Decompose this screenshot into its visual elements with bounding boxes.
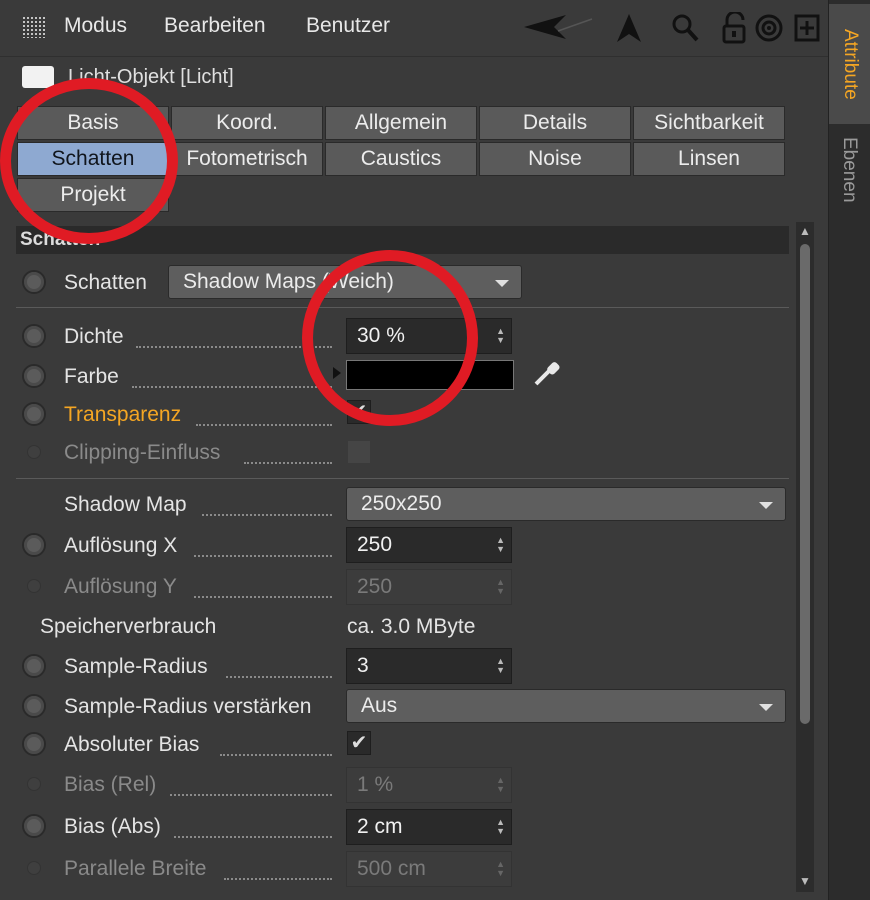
parallele-breite-input[interactable]: 500 cm ▲ ▼ xyxy=(346,851,512,887)
tab-sichtbarkeit[interactable]: Sichtbarkeit xyxy=(633,106,785,140)
add-panel-icon[interactable] xyxy=(790,10,824,46)
sample-radius-value: 3 xyxy=(357,654,369,677)
farbe-label: Farbe xyxy=(64,365,119,388)
clipping-checkbox[interactable] xyxy=(347,440,371,464)
tab-attribute[interactable]: Attribute xyxy=(828,4,870,124)
sample-radius-input[interactable]: 3 ▲ ▼ xyxy=(346,648,512,684)
leader-dots xyxy=(220,754,332,756)
scrollbar-thumb[interactable] xyxy=(800,244,810,724)
leader-dots xyxy=(194,555,332,557)
shadow-map-value: 250x250 xyxy=(361,492,442,515)
aufloesung-x-input[interactable]: 250 ▲ ▼ xyxy=(346,527,512,563)
anim-radio[interactable] xyxy=(22,732,46,756)
leader-dots xyxy=(196,424,332,426)
light-object-icon xyxy=(22,66,54,88)
eyedropper-icon[interactable] xyxy=(530,358,564,392)
tab-allgemein[interactable]: Allgemein xyxy=(325,106,477,140)
anim-radio[interactable] xyxy=(27,777,41,791)
sample-verstaerken-label: Sample-Radius verstärken xyxy=(64,695,312,718)
bias-rel-input[interactable]: 1 % ▲ ▼ xyxy=(346,767,512,803)
tab-koord[interactable]: Koord. xyxy=(171,106,323,140)
stepper-icon[interactable]: ▲ ▼ xyxy=(496,776,505,794)
shadow-map-dropdown[interactable]: 250x250 xyxy=(346,487,786,521)
divider xyxy=(16,478,789,479)
sample-verstaerken-value: Aus xyxy=(361,694,398,717)
anim-radio[interactable] xyxy=(22,270,46,294)
tab-ebenen-label: Ebenen xyxy=(839,137,860,203)
bias-abs-label: Bias (Abs) xyxy=(64,815,161,838)
bias-abs-value: 2 cm xyxy=(357,815,403,838)
aufloesung-x-value: 250 xyxy=(357,533,393,556)
bias-rel-label: Bias (Rel) xyxy=(64,773,157,796)
anim-radio[interactable] xyxy=(22,654,46,678)
anim-radio[interactable] xyxy=(22,402,46,426)
aufloesung-x-label: Auflösung X xyxy=(64,534,178,557)
speicher-label: Speicherverbrauch xyxy=(40,615,217,638)
anim-radio[interactable] xyxy=(27,445,41,459)
stepper-icon[interactable]: ▲ ▼ xyxy=(496,578,505,596)
stepper-icon[interactable]: ▲ ▼ xyxy=(496,860,505,878)
bias-abs-input[interactable]: 2 cm ▲ ▼ xyxy=(346,809,512,845)
parallele-breite-label: Parallele Breite xyxy=(64,857,207,880)
menu-bearbeiten[interactable]: Bearbeiten xyxy=(164,14,266,38)
leader-dots xyxy=(132,386,332,388)
tab-fotometrisch[interactable]: Fotometrisch xyxy=(171,142,323,176)
stepper-icon[interactable]: ▲ ▼ xyxy=(496,536,505,554)
shadow-map-label: Shadow Map xyxy=(64,493,187,516)
bias-rel-value: 1 % xyxy=(357,773,394,796)
tab-noise[interactable]: Noise xyxy=(479,142,631,176)
anim-radio[interactable] xyxy=(22,364,46,388)
stepper-icon[interactable]: ▲ ▼ xyxy=(496,327,505,345)
tab-attribute-label: Attribute xyxy=(840,28,861,100)
tab-ebenen[interactable]: Ebenen xyxy=(828,128,870,212)
annotation-circle xyxy=(0,78,178,244)
scroll-down-icon[interactable]: ▼ xyxy=(799,874,811,888)
speicher-value: ca. 3.0 MByte xyxy=(347,615,476,638)
sample-radius-label: Sample-Radius xyxy=(64,655,208,678)
lock-icon[interactable] xyxy=(718,10,752,46)
shadow-type-label: Schatten xyxy=(64,271,147,294)
arrow-back-icon[interactable] xyxy=(520,10,596,46)
menu-benutzer[interactable]: Benutzer xyxy=(306,14,390,38)
anim-radio[interactable] xyxy=(27,579,41,593)
dichte-label: Dichte xyxy=(64,325,124,348)
leader-dots xyxy=(174,836,332,838)
arrow-up-icon[interactable] xyxy=(612,10,646,46)
absoluter-bias-label: Absoluter Bias xyxy=(64,733,200,756)
grip-icon[interactable] xyxy=(22,16,46,38)
chevron-down-icon xyxy=(495,280,509,287)
chevron-down-icon xyxy=(759,502,773,509)
menu-modus[interactable]: Modus xyxy=(64,14,127,38)
scroll-up-icon[interactable]: ▲ xyxy=(799,224,811,238)
target-icon[interactable] xyxy=(752,10,786,46)
anim-radio[interactable] xyxy=(27,861,41,875)
absoluter-bias-checkbox[interactable]: ✔ xyxy=(347,731,371,755)
anim-radio[interactable] xyxy=(22,533,46,557)
search-icon[interactable] xyxy=(668,10,702,46)
leader-dots xyxy=(194,596,332,598)
leader-dots xyxy=(244,462,332,464)
sample-verstaerken-dropdown[interactable]: Aus xyxy=(346,689,786,723)
leader-dots xyxy=(202,514,332,516)
annotation-circle xyxy=(302,250,478,426)
parallele-breite-value: 500 cm xyxy=(357,857,426,880)
aufloesung-y-label: Auflösung Y xyxy=(64,575,177,598)
transparenz-label: Transparenz xyxy=(64,403,182,426)
leader-dots xyxy=(226,676,332,678)
aufloesung-y-value: 250 xyxy=(357,575,393,598)
leader-dots xyxy=(224,878,332,880)
tab-caustics[interactable]: Caustics xyxy=(325,142,477,176)
anim-radio[interactable] xyxy=(22,814,46,838)
stepper-icon[interactable]: ▲ ▼ xyxy=(496,818,505,836)
anim-radio[interactable] xyxy=(22,324,46,348)
aufloesung-y-input[interactable]: 250 ▲ ▼ xyxy=(346,569,512,605)
anim-radio[interactable] xyxy=(22,694,46,718)
tab-linsen[interactable]: Linsen xyxy=(633,142,785,176)
stepper-icon[interactable]: ▲ ▼ xyxy=(496,657,505,675)
chevron-down-icon xyxy=(759,704,773,711)
tab-details[interactable]: Details xyxy=(479,106,631,140)
leader-dots xyxy=(170,794,332,796)
clipping-label: Clipping-Einfluss xyxy=(64,441,221,464)
